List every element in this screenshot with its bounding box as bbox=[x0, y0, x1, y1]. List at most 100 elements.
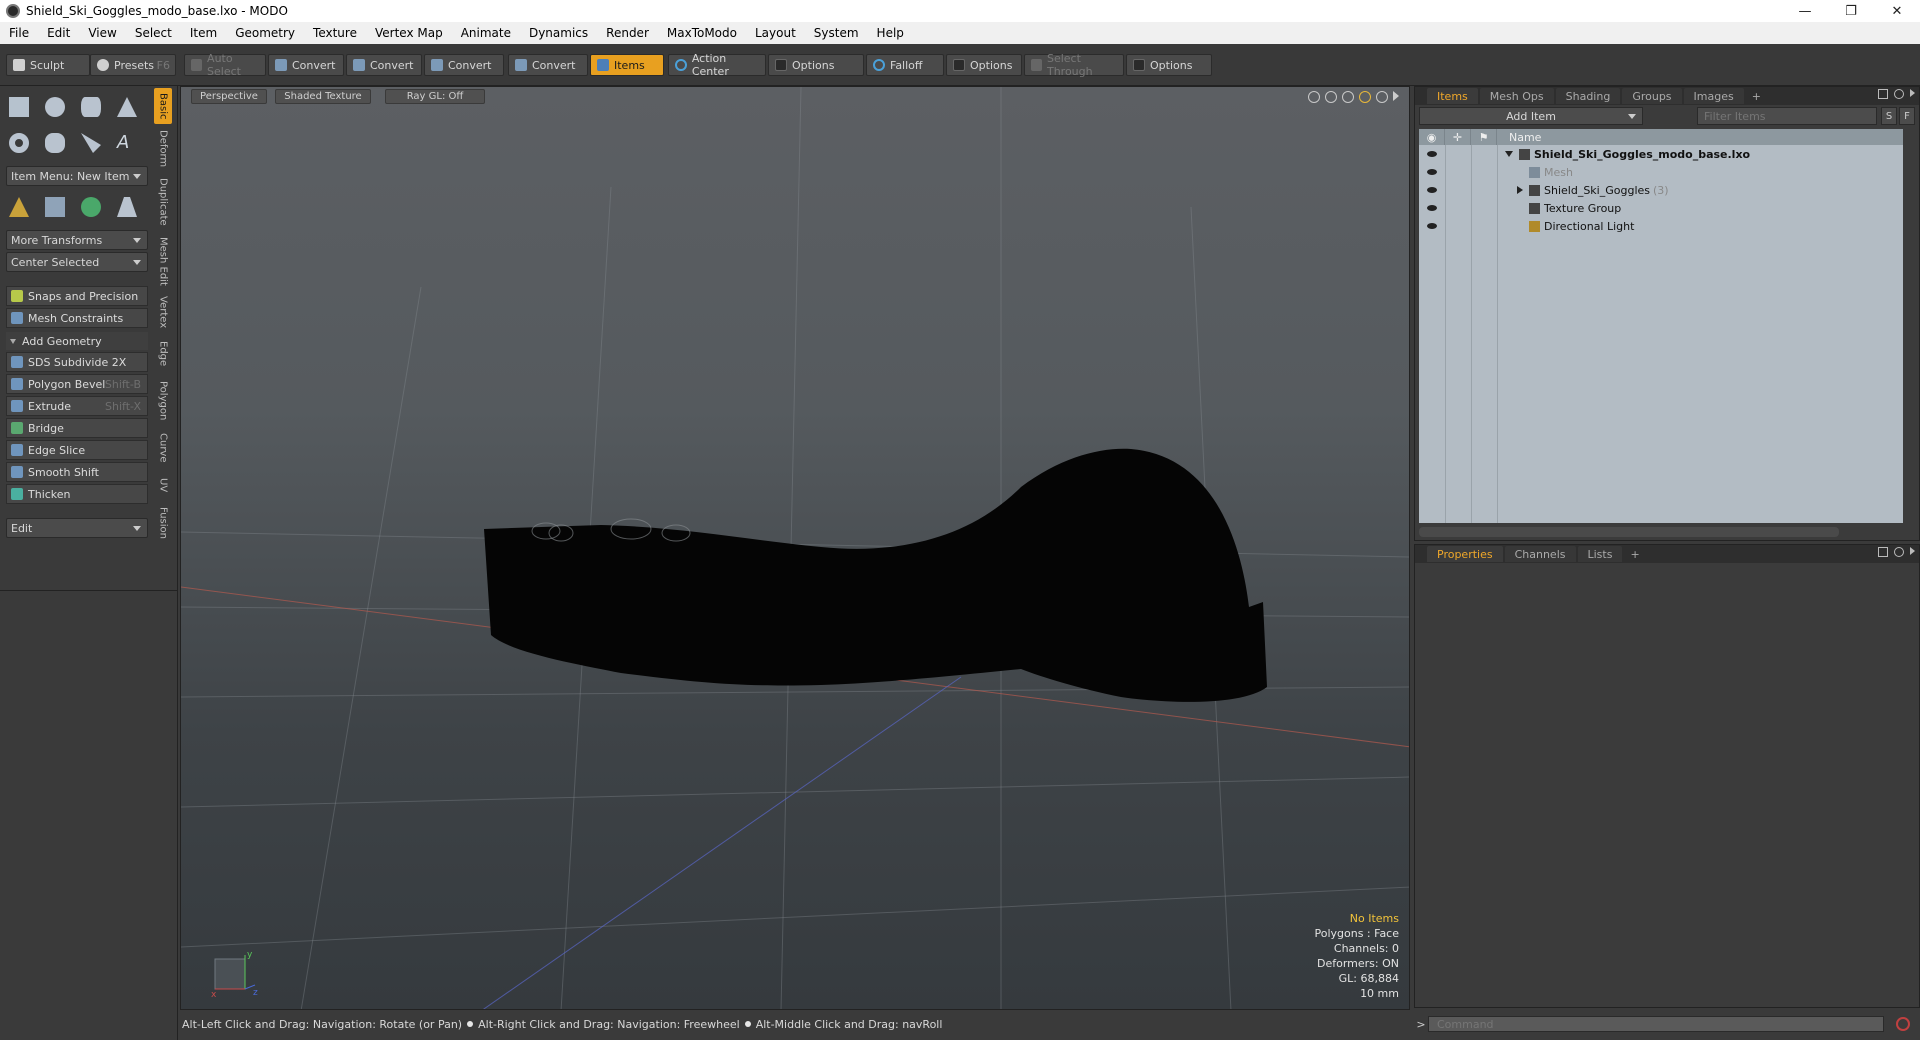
add-item-dropdown[interactable]: Add Item bbox=[1419, 107, 1643, 125]
filter-f-button[interactable]: F bbox=[1899, 107, 1915, 125]
pan-icon[interactable] bbox=[1308, 91, 1320, 103]
tab-deform[interactable]: Deform bbox=[154, 126, 172, 172]
add-tab-button[interactable]: + bbox=[1746, 88, 1767, 104]
pen-tool-icon[interactable] bbox=[76, 128, 106, 158]
expand-arrow-icon[interactable] bbox=[1910, 89, 1915, 97]
expand-arrow-icon[interactable] bbox=[1393, 91, 1399, 101]
tab-channels[interactable]: Channels bbox=[1504, 546, 1576, 562]
maximize-panel-icon[interactable] bbox=[1878, 89, 1888, 99]
gear-icon[interactable] bbox=[1894, 547, 1904, 557]
tree-row-directional-light[interactable]: Directional Light bbox=[1419, 217, 1903, 235]
tree-row-mesh[interactable]: Mesh bbox=[1419, 163, 1903, 181]
tab-vertex[interactable]: Vertex bbox=[154, 292, 172, 332]
name-column-header[interactable]: Name bbox=[1497, 131, 1541, 144]
globe-icon[interactable] bbox=[76, 192, 106, 222]
torus-primitive-icon[interactable] bbox=[4, 128, 34, 158]
sphere-primitive-icon[interactable] bbox=[40, 92, 70, 122]
tab-duplicate[interactable]: Duplicate bbox=[154, 174, 172, 230]
rotate-icon[interactable] bbox=[1325, 91, 1337, 103]
maximize-button[interactable]: ❐ bbox=[1828, 0, 1874, 22]
action-center-options-button[interactable]: Options bbox=[768, 54, 864, 76]
filter-s-button[interactable]: S bbox=[1881, 107, 1897, 125]
tree-row-texture-group[interactable]: Texture Group bbox=[1419, 199, 1903, 217]
add-geometry-section[interactable]: Add Geometry bbox=[6, 332, 148, 350]
horizontal-scrollbar[interactable] bbox=[1419, 527, 1839, 537]
record-macro-icon[interactable] bbox=[1896, 1017, 1910, 1031]
polygon-bevel-button[interactable]: Polygon Bevel Shift-B bbox=[6, 374, 148, 394]
capsule-primitive-icon[interactable] bbox=[40, 128, 70, 158]
cone-primitive-icon[interactable] bbox=[112, 92, 142, 122]
visibility-eye-icon[interactable] bbox=[1419, 169, 1445, 175]
bridge-button[interactable]: Bridge bbox=[6, 418, 148, 438]
visibility-column-icon[interactable]: ◉ bbox=[1419, 129, 1445, 145]
text-tool-icon[interactable]: A bbox=[112, 128, 142, 158]
menu-dynamics[interactable]: Dynamics bbox=[520, 26, 597, 40]
menu-system[interactable]: System bbox=[805, 26, 868, 40]
menu-maxtomodo[interactable]: MaxToModo bbox=[658, 26, 746, 40]
minimize-button[interactable]: — bbox=[1782, 0, 1828, 22]
tab-mesh-ops[interactable]: Mesh Ops bbox=[1479, 88, 1554, 104]
transform-icon[interactable] bbox=[4, 192, 34, 222]
tree-row-scene[interactable]: Shield_Ski_Goggles_modo_base.lxo bbox=[1419, 145, 1903, 163]
tab-lists[interactable]: Lists bbox=[1577, 546, 1623, 562]
items-mode-button[interactable]: Items bbox=[590, 54, 664, 76]
menu-animate[interactable]: Animate bbox=[452, 26, 520, 40]
convert-vertices-button[interactable]: Convert bbox=[268, 54, 344, 76]
menu-layout[interactable]: Layout bbox=[746, 26, 805, 40]
center-selected-select[interactable]: Center Selected bbox=[6, 252, 148, 272]
expand-right-icon[interactable] bbox=[1517, 186, 1523, 194]
gear-icon[interactable] bbox=[1894, 89, 1904, 99]
menu-select[interactable]: Select bbox=[126, 26, 181, 40]
command-input[interactable] bbox=[1428, 1016, 1884, 1032]
zoom-icon[interactable] bbox=[1342, 91, 1354, 103]
falloff-button[interactable]: Falloff bbox=[866, 54, 944, 76]
menu-file[interactable]: File bbox=[0, 26, 38, 40]
convert-edges-button[interactable]: Convert bbox=[346, 54, 422, 76]
close-button[interactable]: ✕ bbox=[1874, 0, 1920, 22]
tab-edge[interactable]: Edge bbox=[154, 334, 172, 374]
convert-polygons-button[interactable]: Convert bbox=[424, 54, 504, 76]
cylinder-primitive-icon[interactable] bbox=[76, 92, 106, 122]
perspective-grid-icon[interactable] bbox=[112, 192, 142, 222]
visibility-eye-icon[interactable] bbox=[1419, 151, 1445, 157]
shading-mode-tab[interactable]: Shaded Texture bbox=[275, 89, 371, 104]
menu-vertex-map[interactable]: Vertex Map bbox=[366, 26, 452, 40]
gear-icon[interactable] bbox=[1376, 91, 1388, 103]
more-transforms-select[interactable]: More Transforms bbox=[6, 230, 148, 250]
view-mode-tab[interactable]: Perspective bbox=[191, 89, 267, 104]
action-center-button[interactable]: Action Center bbox=[668, 52, 766, 78]
maximize-panel-icon[interactable] bbox=[1878, 547, 1888, 557]
presets-button[interactable]: Presets F6 bbox=[90, 54, 176, 76]
goggles-mesh[interactable] bbox=[484, 448, 1267, 702]
cube-primitive-icon[interactable] bbox=[4, 92, 34, 122]
tab-basic[interactable]: Basic bbox=[154, 88, 172, 124]
filter-items-input[interactable] bbox=[1697, 107, 1877, 125]
select-through-options-button[interactable]: Options bbox=[1126, 54, 1212, 76]
type-column-icon[interactable]: ⚑ bbox=[1471, 129, 1497, 145]
menu-view[interactable]: View bbox=[79, 26, 125, 40]
menu-help[interactable]: Help bbox=[868, 26, 913, 40]
tab-mesh-edit[interactable]: Mesh Edit bbox=[154, 232, 172, 290]
menu-texture[interactable]: Texture bbox=[304, 26, 366, 40]
grid-icon[interactable] bbox=[40, 192, 70, 222]
menu-edit[interactable]: Edit bbox=[38, 26, 79, 40]
tab-properties[interactable]: Properties bbox=[1427, 546, 1503, 562]
menu-item[interactable]: Item bbox=[181, 26, 226, 40]
tab-fusion[interactable]: Fusion bbox=[154, 502, 172, 544]
edge-slice-button[interactable]: Edge Slice bbox=[6, 440, 148, 460]
visibility-eye-icon[interactable] bbox=[1419, 205, 1445, 211]
menu-geometry[interactable]: Geometry bbox=[226, 26, 304, 40]
visibility-eye-icon[interactable] bbox=[1419, 187, 1445, 193]
select-through-button[interactable]: Select Through bbox=[1024, 52, 1124, 78]
snaps-precision-button[interactable]: Snaps and Precision bbox=[6, 286, 148, 306]
tab-items[interactable]: Items bbox=[1427, 88, 1478, 104]
tree-row-shield-ski-goggles[interactable]: Shield_Ski_Goggles (3) bbox=[1419, 181, 1903, 199]
auto-select-button[interactable]: Auto Select bbox=[184, 52, 266, 78]
tab-polygon[interactable]: Polygon bbox=[154, 376, 172, 426]
edit-select[interactable]: Edit bbox=[6, 518, 148, 538]
sculpt-button[interactable]: Sculpt bbox=[6, 54, 90, 76]
tab-uv[interactable]: UV bbox=[154, 470, 172, 500]
lock-column-icon[interactable]: ✛ bbox=[1445, 129, 1471, 145]
convert-materials-button[interactable]: Convert bbox=[508, 54, 588, 76]
fit-icon[interactable] bbox=[1359, 91, 1371, 103]
